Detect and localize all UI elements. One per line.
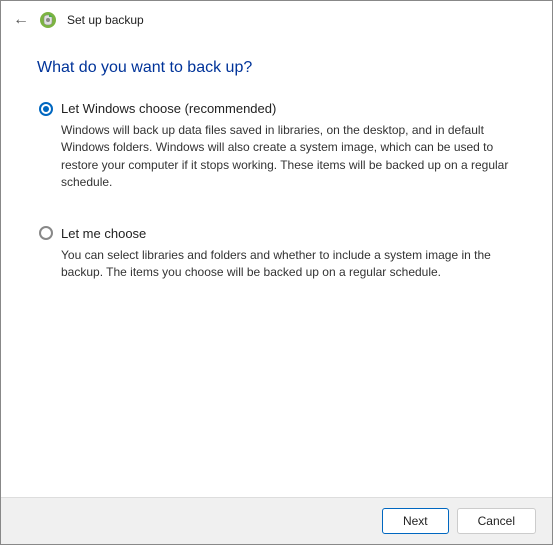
next-button[interactable]: Next: [382, 508, 449, 534]
radio-windows-choose[interactable]: [39, 102, 53, 116]
dialog-footer: Next Cancel: [1, 497, 552, 544]
option-row[interactable]: Let me choose: [39, 226, 516, 241]
option-let-me-choose: Let me choose You can select libraries a…: [37, 226, 516, 282]
page-heading: What do you want to back up?: [37, 59, 516, 77]
option-label: Let Windows choose (recommended): [61, 101, 276, 116]
backup-icon: [39, 11, 57, 29]
option-description: You can select libraries and folders and…: [61, 247, 516, 282]
option-windows-choose: Let Windows choose (recommended) Windows…: [37, 101, 516, 192]
option-label: Let me choose: [61, 226, 146, 241]
dialog-content: What do you want to back up? Let Windows…: [1, 37, 552, 497]
dialog-header: ← Set up backup: [1, 1, 552, 37]
dialog-title: Set up backup: [67, 13, 144, 27]
back-arrow-icon[interactable]: ←: [13, 12, 29, 28]
option-description: Windows will back up data files saved in…: [61, 122, 516, 192]
option-row[interactable]: Let Windows choose (recommended): [39, 101, 516, 116]
cancel-button[interactable]: Cancel: [457, 508, 536, 534]
radio-let-me-choose[interactable]: [39, 226, 53, 240]
